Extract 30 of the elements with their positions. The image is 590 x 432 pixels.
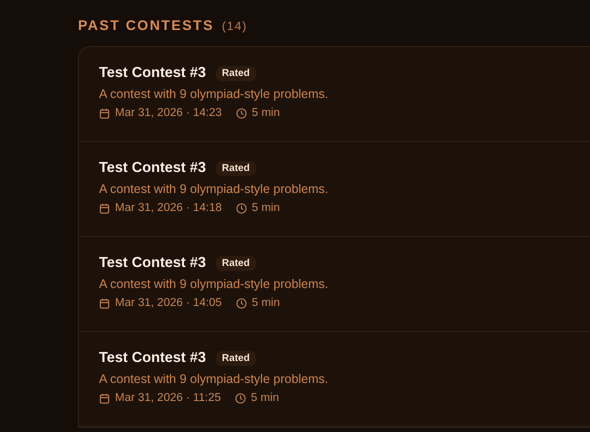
clock-icon (236, 202, 247, 214)
contest-duration: 5 min (252, 297, 280, 309)
contest-description: A contest with 9 olympiad-style problems. (99, 87, 330, 101)
contest-title[interactable]: Test Contest #3 (99, 255, 206, 271)
contest-date: Mar 31, 2026 · 14:05 (115, 297, 222, 309)
contest-date: Mar 31, 2026 · 14:23 (115, 107, 222, 119)
contest-count: (14) (222, 19, 248, 33)
clock-icon (236, 298, 247, 308)
contest-description: A contest with 9 olympiad-style problems. (99, 277, 330, 291)
calendar-icon (99, 392, 110, 404)
rated-badge: Rated (216, 350, 256, 366)
rated-badge: Rated (216, 256, 256, 270)
contest-title[interactable]: Test Contest #3 (99, 160, 206, 176)
section-title: PAST CONTESTS (78, 17, 214, 33)
contest-duration: 5 min (252, 107, 280, 119)
contest-date: Mar 31, 2026 · 11:25 (115, 392, 221, 404)
contest-duration: 5 min (252, 202, 280, 214)
contest-duration: 5 min (250, 392, 280, 404)
calendar-icon (99, 108, 110, 118)
calendar-icon (99, 202, 110, 214)
rated-badge: Rated (216, 160, 256, 176)
clock-icon (236, 108, 247, 118)
clock-icon (234, 392, 246, 404)
calendar-icon (99, 298, 110, 308)
contest-date: Mar 31, 2026 · 14:18 (115, 202, 222, 214)
contest-title[interactable]: Test Contest #3 (99, 65, 206, 81)
contest-description: A contest with 9 olympiad-style problems. (99, 372, 330, 386)
contest-title[interactable]: Test Contest #3 (99, 350, 206, 366)
contest-description: A contest with 9 olympiad-style problems. (99, 182, 330, 196)
rated-badge: Rated (216, 66, 256, 80)
